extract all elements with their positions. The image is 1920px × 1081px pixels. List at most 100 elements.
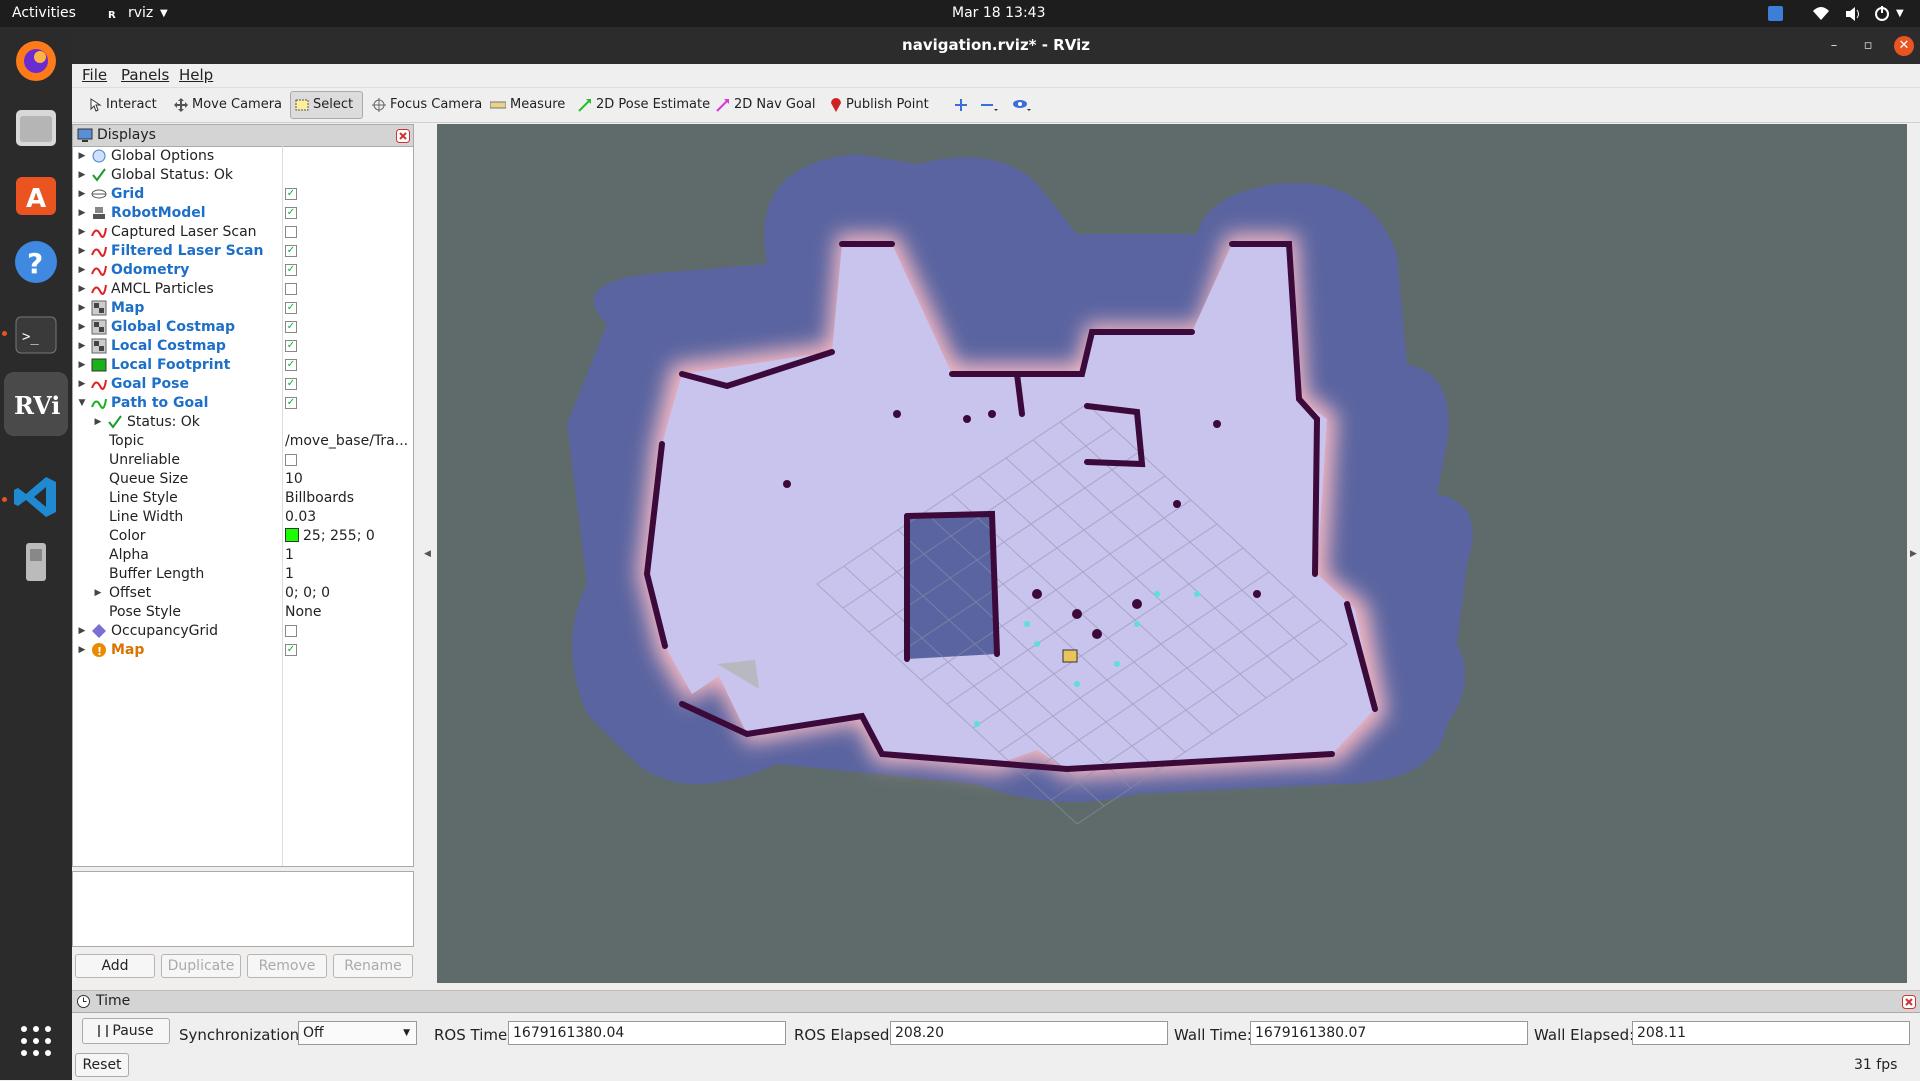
expand-arrow-icon[interactable]: ▶	[77, 622, 87, 641]
app-menu-label[interactable]: rviz	[128, 0, 153, 27]
display-row[interactable]: ▶ Offset 0; 0; 0	[73, 584, 413, 603]
display-row[interactable]: ▶ Map ✓	[73, 299, 413, 318]
display-enabled-checkbox[interactable]: ✓	[285, 207, 297, 219]
expand-arrow-icon[interactable]: ▶	[77, 166, 87, 185]
display-enabled-checkbox[interactable]: ✓	[285, 359, 297, 371]
display-row[interactable]: Queue Size 10	[73, 470, 413, 489]
maximize-icon[interactable]: ▫	[1858, 36, 1878, 56]
vscode-icon[interactable]	[12, 473, 60, 521]
ros-elapsed-field[interactable]: 208.20	[890, 1021, 1168, 1045]
updates-icon[interactable]	[1768, 6, 1783, 21]
expand-arrow-icon[interactable]: ▶	[77, 375, 87, 394]
expand-arrow-icon[interactable]: ▶	[77, 204, 87, 223]
display-row[interactable]: ▶ Grid ✓	[73, 185, 413, 204]
wifi-icon[interactable]	[1812, 0, 1830, 27]
property-value-cell[interactable]: 1	[285, 546, 411, 565]
display-row[interactable]: ▶ Odometry ✓	[73, 261, 413, 280]
display-row[interactable]: Line Width 0.03	[73, 508, 413, 527]
display-row[interactable]: ▶ OccupancyGrid	[73, 622, 413, 641]
firefox-icon[interactable]	[12, 37, 60, 85]
menu-file[interactable]: File	[82, 64, 107, 87]
add-tool-button[interactable]	[950, 91, 972, 119]
expand-arrow-icon[interactable]: ▶	[77, 356, 87, 375]
display-row[interactable]: Alpha 1	[73, 546, 413, 565]
expand-arrow-icon[interactable]: ▶	[77, 147, 87, 166]
display-row[interactable]: ▶ Captured Laser Scan	[73, 223, 413, 242]
system-menu-chevron-icon[interactable]: ▼	[1896, 0, 1904, 27]
display-row[interactable]: ▶ Local Costmap ✓	[73, 337, 413, 356]
display-row[interactable]: Topic/move_base/Tra...	[73, 432, 413, 451]
property-value-cell[interactable]: 10	[285, 470, 411, 489]
display-enabled-checkbox[interactable]: ✓	[285, 397, 297, 409]
display-row[interactable]: ▶ Local Footprint ✓	[73, 356, 413, 375]
close-panel-icon[interactable]	[396, 129, 410, 143]
rviz-icon[interactable]: RViz	[4, 372, 68, 436]
property-value-cell[interactable]: 0; 0; 0	[285, 584, 411, 603]
expand-arrow-icon[interactable]: ▶	[77, 261, 87, 280]
measure-tool-button[interactable]: Measure	[486, 91, 569, 119]
display-row[interactable]: ▶ Goal Pose ✓	[73, 375, 413, 394]
render-viewport[interactable]	[437, 124, 1907, 983]
expand-arrow-icon[interactable]: ▶	[77, 318, 87, 337]
display-enabled-checkbox[interactable]: ✓	[285, 245, 297, 257]
display-enabled-checkbox[interactable]: ✓	[285, 302, 297, 314]
interact-tool-button[interactable]: Interact	[84, 91, 161, 119]
display-row[interactable]: ▶! Map ✓	[73, 641, 413, 660]
property-value-cell[interactable]: None	[285, 603, 411, 622]
wall-elapsed-field[interactable]: 208.11	[1632, 1021, 1910, 1045]
tool-properties-button[interactable]	[1008, 91, 1036, 119]
minimize-icon[interactable]: –	[1824, 36, 1844, 56]
expand-arrow-icon[interactable]: ▶	[77, 299, 87, 318]
expand-arrow-icon[interactable]: ▶	[77, 242, 87, 261]
display-row[interactable]: ▶ Status: Ok	[73, 413, 413, 432]
menu-panels[interactable]: Panels	[121, 64, 169, 87]
files-icon[interactable]	[12, 104, 60, 152]
usb-drive-icon[interactable]	[12, 539, 60, 587]
remove-tool-button[interactable]	[976, 91, 1002, 119]
property-checkbox[interactable]	[285, 454, 297, 466]
display-enabled-checkbox[interactable]	[285, 226, 297, 238]
clock[interactable]: Mar 18 13:43	[952, 0, 1045, 27]
display-enabled-checkbox[interactable]: ✓	[285, 188, 297, 200]
expand-arrow-icon[interactable]: ▶	[93, 413, 103, 432]
close-time-panel-icon[interactable]	[1902, 995, 1916, 1009]
display-row[interactable]: Buffer Length 1	[73, 565, 413, 584]
expand-arrow-icon[interactable]: ▶	[77, 337, 87, 356]
expand-arrow-icon[interactable]: ▶	[77, 223, 87, 242]
publish-point-tool-button[interactable]: Publish Point	[826, 91, 933, 119]
display-row[interactable]: ▶ RobotModel ✓	[73, 204, 413, 223]
rename-display-button[interactable]: Rename	[333, 954, 413, 978]
activities-button[interactable]: Activities	[12, 0, 76, 27]
pause-button[interactable]: Pause	[82, 1018, 170, 1044]
display-enabled-checkbox[interactable]	[285, 625, 297, 637]
remove-display-button[interactable]: Remove	[247, 954, 327, 978]
display-row[interactable]: ▶ Filtered Laser Scan ✓	[73, 242, 413, 261]
expand-arrow-icon[interactable]: ▶	[93, 584, 103, 603]
property-value-cell[interactable]: 25; 255; 0	[285, 527, 411, 546]
display-enabled-checkbox[interactable]: ✓	[285, 321, 297, 333]
window-titlebar[interactable]: navigation.rviz* - RViz – ▫ ✕	[72, 27, 1920, 64]
display-row[interactable]: ▶ Global Options	[73, 147, 413, 166]
wall-time-field[interactable]: 1679161380.07	[1250, 1021, 1528, 1045]
panel-splitter-left[interactable]: ◀	[418, 124, 436, 983]
property-value-cell[interactable]: /move_base/Tra...	[285, 432, 411, 451]
display-enabled-checkbox[interactable]: ✓	[285, 340, 297, 352]
display-row[interactable]: ▶ Global Status: Ok	[73, 166, 413, 185]
terminal-icon[interactable]: >_	[12, 311, 60, 359]
display-enabled-checkbox[interactable]: ✓	[285, 264, 297, 276]
sync-dropdown[interactable]: Off ▼	[298, 1021, 417, 1045]
expand-arrow-icon[interactable]: ▶	[77, 641, 87, 660]
select-tool-button[interactable]: Select	[290, 91, 363, 119]
show-apps-grid-icon[interactable]	[12, 1017, 60, 1065]
ros-time-field[interactable]: 1679161380.04	[508, 1021, 786, 1045]
pose-estimate-tool-button[interactable]: 2D Pose Estimate	[574, 91, 714, 119]
duplicate-display-button[interactable]: Duplicate	[161, 954, 241, 978]
help-icon[interactable]: ?	[12, 238, 60, 286]
display-row[interactable]: Unreliable	[73, 451, 413, 470]
property-value-cell[interactable]: 0.03	[285, 508, 411, 527]
nav-goal-tool-button[interactable]: 2D Nav Goal	[712, 91, 820, 119]
close-icon[interactable]: ✕	[1894, 36, 1914, 56]
app-menu-chevron-icon[interactable]: ▼	[160, 0, 168, 27]
collapse-arrow-icon[interactable]: ▼	[77, 394, 87, 413]
display-enabled-checkbox[interactable]	[285, 283, 297, 295]
